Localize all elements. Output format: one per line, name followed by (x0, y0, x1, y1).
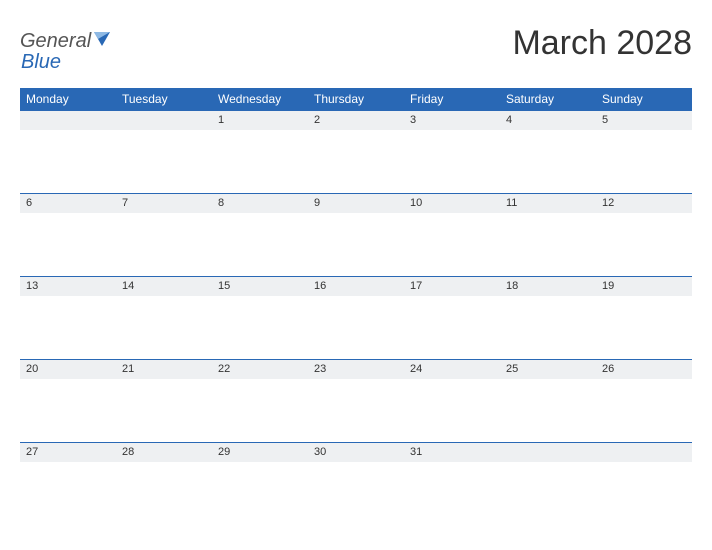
calendar-cell: 3 (404, 110, 500, 193)
day-number: 17 (404, 276, 500, 296)
calendar-cell: 2 (308, 110, 404, 193)
calendar-body: 1 2 3 4 5 6 7 8 9 10 11 12 13 14 15 16 1… (20, 110, 692, 525)
calendar-cell: 17 (404, 276, 500, 359)
day-header-row: Monday Tuesday Wednesday Thursday Friday… (20, 88, 692, 110)
calendar-row: 6 7 8 9 10 11 12 (20, 193, 692, 276)
day-number: 15 (212, 276, 308, 296)
day-number: 21 (116, 359, 212, 379)
calendar-cell: 8 (212, 193, 308, 276)
calendar-cell (20, 110, 116, 193)
day-number: 13 (20, 276, 116, 296)
calendar-cell: 22 (212, 359, 308, 442)
day-number: 29 (212, 442, 308, 462)
calendar-row: 27 28 29 30 31 (20, 442, 692, 525)
calendar-cell: 24 (404, 359, 500, 442)
calendar-cell: 16 (308, 276, 404, 359)
calendar-grid: Monday Tuesday Wednesday Thursday Friday… (20, 88, 692, 525)
day-number: 24 (404, 359, 500, 379)
day-number: 6 (20, 193, 116, 213)
calendar-cell (596, 442, 692, 525)
calendar-cell: 1 (212, 110, 308, 193)
calendar-cell: 4 (500, 110, 596, 193)
calendar-cell: 27 (20, 442, 116, 525)
day-number: 23 (308, 359, 404, 379)
calendar-cell: 20 (20, 359, 116, 442)
calendar-cell: 13 (20, 276, 116, 359)
day-number (596, 442, 692, 462)
calendar-cell: 29 (212, 442, 308, 525)
calendar-row: 1 2 3 4 5 (20, 110, 692, 193)
calendar-cell: 30 (308, 442, 404, 525)
page-title: March 2028 (512, 24, 692, 63)
calendar-cell: 19 (596, 276, 692, 359)
calendar-cell: 6 (20, 193, 116, 276)
calendar-row: 20 21 22 23 24 25 26 (20, 359, 692, 442)
day-header: Wednesday (212, 88, 308, 110)
day-number (500, 442, 596, 462)
day-number: 22 (212, 359, 308, 379)
calendar-cell: 15 (212, 276, 308, 359)
day-header: Monday (20, 88, 116, 110)
day-number: 2 (308, 110, 404, 130)
day-number: 10 (404, 193, 500, 213)
day-number: 28 (116, 442, 212, 462)
day-number: 27 (20, 442, 116, 462)
day-header: Thursday (308, 88, 404, 110)
day-number (116, 110, 212, 130)
day-number: 16 (308, 276, 404, 296)
day-number: 20 (20, 359, 116, 379)
day-number: 5 (596, 110, 692, 130)
calendar-cell: 25 (500, 359, 596, 442)
day-number: 14 (116, 276, 212, 296)
day-header: Friday (404, 88, 500, 110)
day-header: Tuesday (116, 88, 212, 110)
calendar-cell: 10 (404, 193, 500, 276)
calendar-cell (116, 110, 212, 193)
day-number: 7 (116, 193, 212, 213)
logo: General (20, 24, 112, 53)
calendar-cell: 14 (116, 276, 212, 359)
day-number: 8 (212, 193, 308, 213)
calendar-row: 13 14 15 16 17 18 19 (20, 276, 692, 359)
day-number (20, 110, 116, 130)
day-number: 31 (404, 442, 500, 462)
day-header: Saturday (500, 88, 596, 110)
day-number: 11 (500, 193, 596, 213)
day-number: 3 (404, 110, 500, 130)
day-header: Sunday (596, 88, 692, 110)
day-number: 4 (500, 110, 596, 130)
calendar-cell: 18 (500, 276, 596, 359)
day-number: 9 (308, 193, 404, 213)
day-number: 19 (596, 276, 692, 296)
calendar-cell: 11 (500, 193, 596, 276)
calendar-cell: 26 (596, 359, 692, 442)
calendar-cell: 23 (308, 359, 404, 442)
calendar-cell: 12 (596, 193, 692, 276)
day-number: 12 (596, 193, 692, 213)
calendar-cell: 5 (596, 110, 692, 193)
calendar-cell: 31 (404, 442, 500, 525)
logo-word-blue: Blue (21, 51, 61, 73)
day-number: 30 (308, 442, 404, 462)
calendar-cell: 28 (116, 442, 212, 525)
calendar-cell: 7 (116, 193, 212, 276)
calendar-cell: 21 (116, 359, 212, 442)
day-number: 25 (500, 359, 596, 379)
day-number: 1 (212, 110, 308, 130)
logo-word-general: General (20, 30, 91, 53)
calendar-cell (500, 442, 596, 525)
day-number: 26 (596, 359, 692, 379)
calendar-cell: 9 (308, 193, 404, 276)
logo-triangle-icon (94, 32, 110, 51)
day-number: 18 (500, 276, 596, 296)
